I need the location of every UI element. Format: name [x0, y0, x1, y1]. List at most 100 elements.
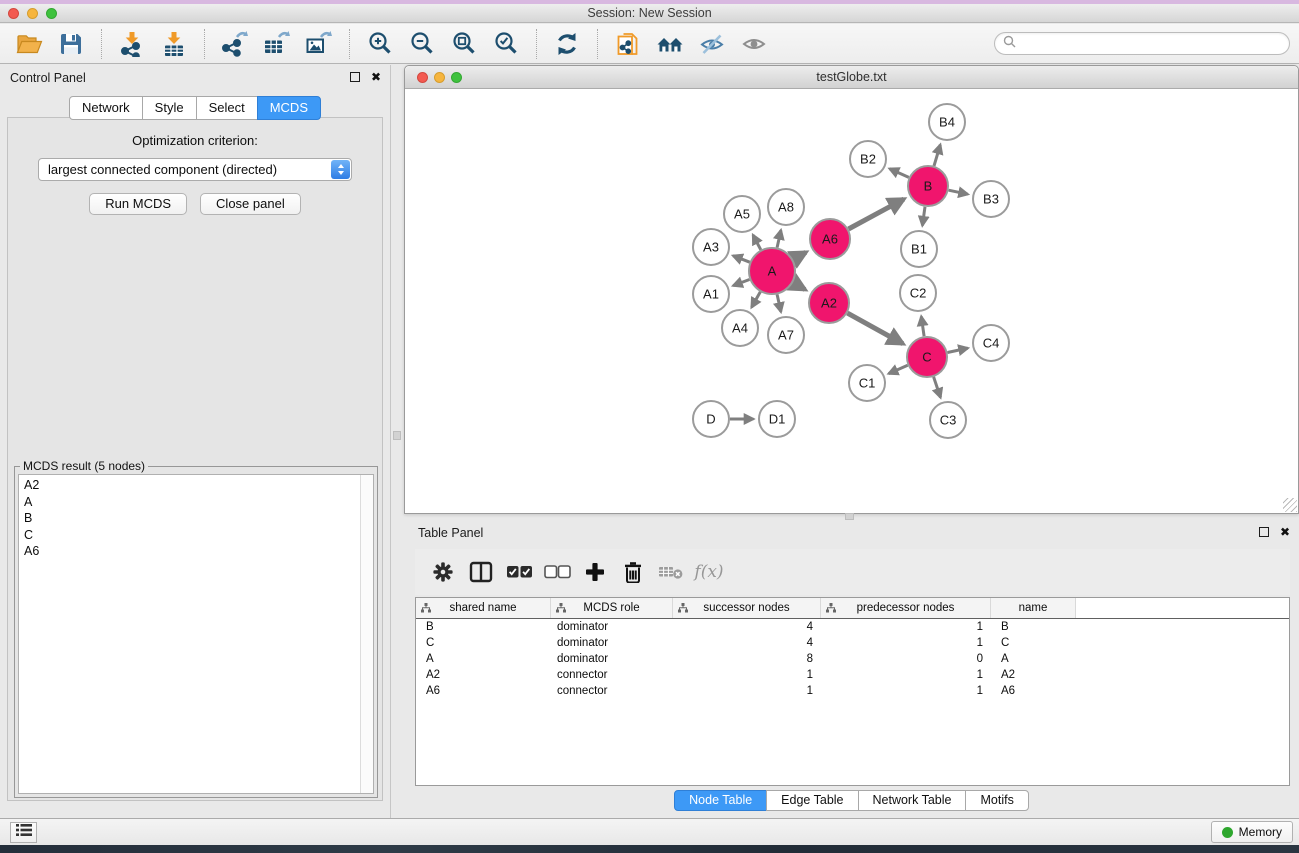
- tab-node-table[interactable]: Node Table: [674, 790, 767, 811]
- graph-node-C2[interactable]: C2: [900, 275, 936, 311]
- mcds-result-item[interactable]: A: [19, 494, 373, 511]
- graph-edge-A-A8[interactable]: [777, 230, 781, 247]
- column-header-name[interactable]: name: [991, 598, 1076, 618]
- minimize-network-window-icon[interactable]: [434, 72, 445, 83]
- network-window-titlebar[interactable]: testGlobe.txt: [405, 66, 1298, 89]
- graph-edge-B-B3[interactable]: [949, 190, 968, 194]
- graph-edge-A6-B[interactable]: [849, 199, 904, 229]
- add-row-button[interactable]: [576, 549, 614, 595]
- minimize-window-icon[interactable]: [27, 8, 38, 19]
- graph-node-A[interactable]: A: [749, 248, 795, 294]
- graph-edge-A2-C[interactable]: [847, 313, 903, 344]
- tab-network-table[interactable]: Network Table: [858, 790, 967, 811]
- graph-node-A8[interactable]: A8: [768, 189, 804, 225]
- close-table-panel-icon[interactable]: ✖: [1280, 527, 1290, 537]
- tab-edge-table[interactable]: Edge Table: [766, 790, 858, 811]
- search-box[interactable]: [994, 32, 1290, 55]
- graph-edge-C-C1[interactable]: [889, 365, 908, 373]
- close-panel-button[interactable]: Close panel: [200, 193, 301, 215]
- memory-button[interactable]: Memory: [1211, 821, 1293, 843]
- graph-edge-A-A5[interactable]: [753, 235, 761, 250]
- tab-motifs[interactable]: Motifs: [965, 790, 1028, 811]
- delete-table-button[interactable]: [652, 549, 690, 595]
- zoom-window-icon[interactable]: [46, 8, 57, 19]
- graph-edge-B-B1[interactable]: [922, 207, 925, 226]
- refresh-layout-button[interactable]: [549, 27, 585, 61]
- graph-node-C3[interactable]: C3: [930, 402, 966, 438]
- table-row[interactable]: Adominator80A: [416, 651, 1289, 667]
- close-panel-icon[interactable]: ✖: [371, 72, 381, 82]
- graph-edge-A-A2[interactable]: [793, 283, 805, 290]
- column-header-mcds-role[interactable]: MCDS role: [551, 598, 673, 618]
- zoom-network-window-icon[interactable]: [451, 72, 462, 83]
- mcds-result-item[interactable]: A6: [19, 543, 373, 560]
- zoom-fit-button[interactable]: [446, 27, 482, 61]
- vertical-splitter[interactable]: [391, 65, 404, 818]
- column-header-shared-name[interactable]: shared name: [416, 598, 551, 618]
- mcds-result-item[interactable]: B: [19, 510, 373, 527]
- search-input[interactable]: [1021, 37, 1281, 51]
- graph-node-B4[interactable]: B4: [929, 104, 965, 140]
- horizontal-splitter-handle[interactable]: [845, 513, 854, 520]
- graph-node-D[interactable]: D: [693, 401, 729, 437]
- import-network-button[interactable]: [114, 27, 150, 61]
- settings-button[interactable]: [424, 549, 462, 595]
- column-view-button[interactable]: [462, 549, 500, 595]
- graph-edge-A-A7[interactable]: [777, 294, 781, 311]
- graph-node-A4[interactable]: A4: [722, 310, 758, 346]
- graph-node-B3[interactable]: B3: [973, 181, 1009, 217]
- graph-node-A3[interactable]: A3: [693, 229, 729, 265]
- network-from-selection-button[interactable]: [610, 27, 646, 61]
- graph-edge-C-C2[interactable]: [921, 317, 924, 337]
- tab-mcds[interactable]: MCDS: [257, 96, 321, 120]
- network-graph[interactable]: B4B2BB3A5A8A6A3B1AA1C2A2A4A7C4CC1C3DD1: [405, 89, 1298, 513]
- export-image-button[interactable]: [301, 27, 337, 61]
- graph-edge-C-C4[interactable]: [948, 348, 968, 352]
- graph-node-A5[interactable]: A5: [724, 196, 760, 232]
- show-panels-button[interactable]: [10, 822, 37, 843]
- open-session-button[interactable]: [11, 27, 47, 61]
- graph-node-D1[interactable]: D1: [759, 401, 795, 437]
- deselect-all-button[interactable]: [538, 549, 576, 595]
- table-row[interactable]: Cdominator41C: [416, 635, 1289, 651]
- float-table-panel-icon[interactable]: [1259, 527, 1269, 537]
- graph-edge-A-A6[interactable]: [793, 252, 806, 259]
- table-row[interactable]: Bdominator41B: [416, 619, 1289, 635]
- hide-selected-button[interactable]: [694, 27, 730, 61]
- table-row[interactable]: A6connector11A6: [416, 683, 1289, 699]
- save-session-button[interactable]: [53, 27, 89, 61]
- window-resize-grip[interactable]: [1283, 498, 1297, 512]
- criterion-select[interactable]: largest connected component (directed): [38, 158, 352, 181]
- vertical-splitter-handle[interactable]: [393, 431, 401, 440]
- run-mcds-button[interactable]: Run MCDS: [89, 193, 187, 215]
- graph-edge-A-A4[interactable]: [752, 292, 761, 307]
- float-panel-icon[interactable]: [350, 72, 360, 82]
- first-neighbors-button[interactable]: [652, 27, 688, 61]
- graph-edge-A-A3[interactable]: [733, 256, 750, 263]
- graph-node-C1[interactable]: C1: [849, 365, 885, 401]
- graph-node-C[interactable]: C: [907, 337, 947, 377]
- graph-node-B[interactable]: B: [908, 166, 948, 206]
- graph-edge-C-C3[interactable]: [934, 377, 941, 398]
- network-canvas[interactable]: B4B2BB3A5A8A6A3B1AA1C2A2A4A7C4CC1C3DD1: [405, 89, 1298, 513]
- show-all-button[interactable]: [736, 27, 772, 61]
- graph-node-B1[interactable]: B1: [901, 231, 937, 267]
- zoom-in-button[interactable]: [362, 27, 398, 61]
- tab-select[interactable]: Select: [196, 96, 258, 120]
- graph-node-B2[interactable]: B2: [850, 141, 886, 177]
- column-header-predecessor-nodes[interactable]: predecessor nodes: [821, 598, 991, 618]
- graph-node-A6[interactable]: A6: [810, 219, 850, 259]
- graph-node-A2[interactable]: A2: [809, 283, 849, 323]
- close-network-window-icon[interactable]: [417, 72, 428, 83]
- zoom-out-button[interactable]: [404, 27, 440, 61]
- export-network-button[interactable]: [217, 27, 253, 61]
- column-header-successor-nodes[interactable]: successor nodes: [673, 598, 821, 618]
- graph-edge-B-B4[interactable]: [934, 145, 940, 166]
- mcds-result-item[interactable]: C: [19, 527, 373, 544]
- graph-edge-A-A1[interactable]: [733, 280, 749, 286]
- graph-node-A1[interactable]: A1: [693, 276, 729, 312]
- result-scrollbar[interactable]: [360, 475, 373, 793]
- mcds-result-item[interactable]: A2: [19, 477, 373, 494]
- graph-node-C4[interactable]: C4: [973, 325, 1009, 361]
- tab-style[interactable]: Style: [142, 96, 197, 120]
